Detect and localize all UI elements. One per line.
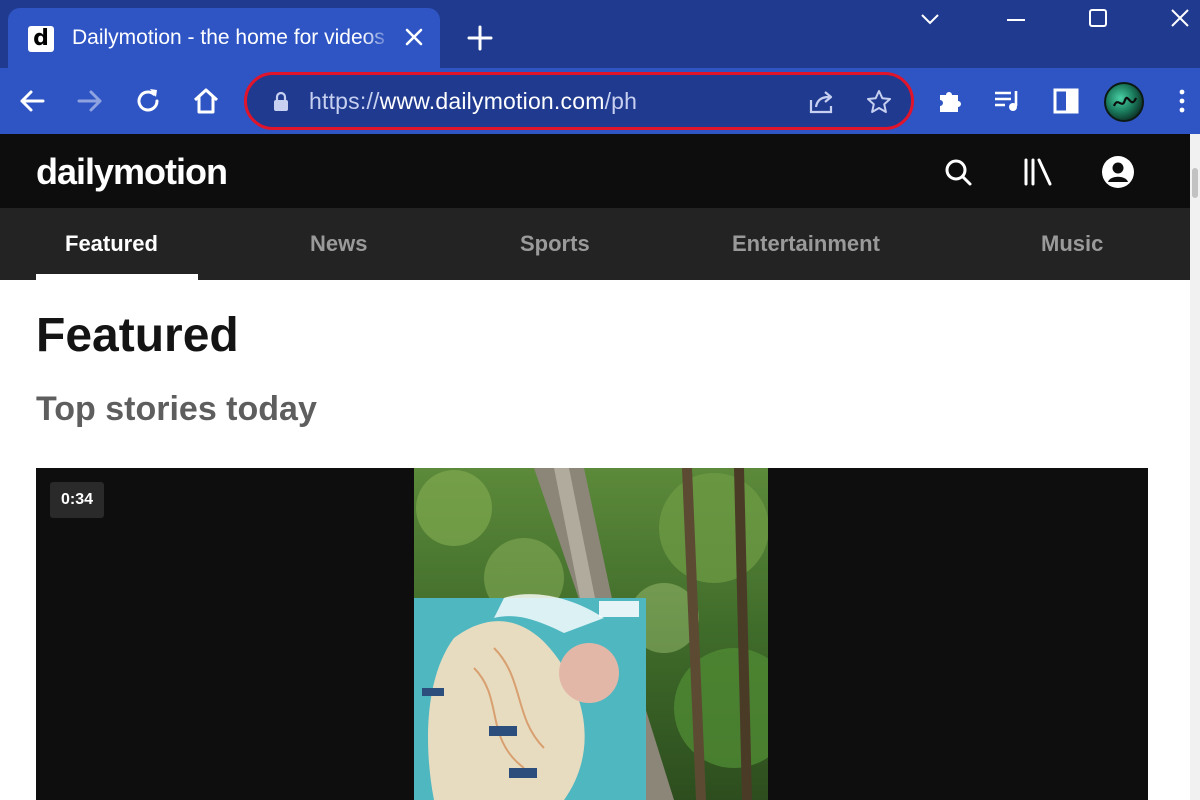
library-icon[interactable] [1020,154,1056,190]
tab-search-chevron-icon[interactable] [916,6,944,32]
url-host: www.dailymotion.com [379,88,605,114]
url-scheme: https:// [309,88,380,114]
forward-arrow-icon[interactable] [74,85,106,117]
account-icon[interactable] [1100,154,1136,190]
tab-sports[interactable]: Sports [520,208,590,280]
active-tab-indicator [36,274,198,280]
back-arrow-icon[interactable] [16,85,48,117]
dailymotion-logo[interactable]: dailymotion [36,151,228,193]
tab-music[interactable]: Music [1041,208,1103,280]
featured-video-player[interactable]: 0:34 [36,468,1148,800]
browser-menu-icon[interactable] [1166,85,1198,117]
media-controls-icon[interactable] [992,85,1024,117]
tab-news[interactable]: News [310,208,367,280]
share-icon[interactable] [807,88,837,116]
search-icon[interactable] [940,154,976,190]
scrollbar-thumb[interactable] [1192,168,1198,198]
page-scrollbar[interactable] [1190,134,1200,800]
tab-title: Dailymotion - the home for videos [72,26,385,49]
bookmark-star-icon[interactable] [865,88,893,116]
url-text[interactable]: https://www.dailymotion.com/ph [309,86,637,116]
profile-avatar[interactable] [1104,82,1144,122]
close-tab-icon[interactable] [402,25,426,49]
browser-toolbar: https://www.dailymotion.com/ph [0,68,1200,134]
avatar-scribble-icon [1112,96,1138,107]
page-title: Featured [36,309,239,362]
url-path: /ph [604,88,638,114]
new-tab-icon[interactable] [466,24,494,52]
category-nav: Featured News Sports Entertainment Music [0,208,1190,280]
maximize-icon[interactable] [1084,6,1112,32]
tab-entertainment[interactable]: Entertainment [732,208,880,280]
close-window-icon[interactable] [1166,6,1194,32]
tab-featured[interactable]: Featured [65,208,158,280]
video-thumbnail[interactable] [414,468,768,800]
side-panel-icon[interactable] [1050,85,1082,117]
video-duration-badge: 0:34 [50,482,104,518]
minimize-icon[interactable] [1002,6,1030,32]
address-bar[interactable]: https://www.dailymotion.com/ph [244,72,914,130]
section-title: Top stories today [36,390,317,428]
browser-tab[interactable]: d Dailymotion - the home for videos [8,8,440,68]
extensions-puzzle-icon[interactable] [934,85,966,117]
browser-tab-strip: d Dailymotion - the home for videos [0,0,1200,68]
lock-icon[interactable] [271,91,291,113]
reload-icon[interactable] [132,85,164,117]
home-icon[interactable] [190,85,222,117]
dailymotion-favicon-icon: d [28,26,54,52]
site-header: dailymotion [0,134,1190,208]
